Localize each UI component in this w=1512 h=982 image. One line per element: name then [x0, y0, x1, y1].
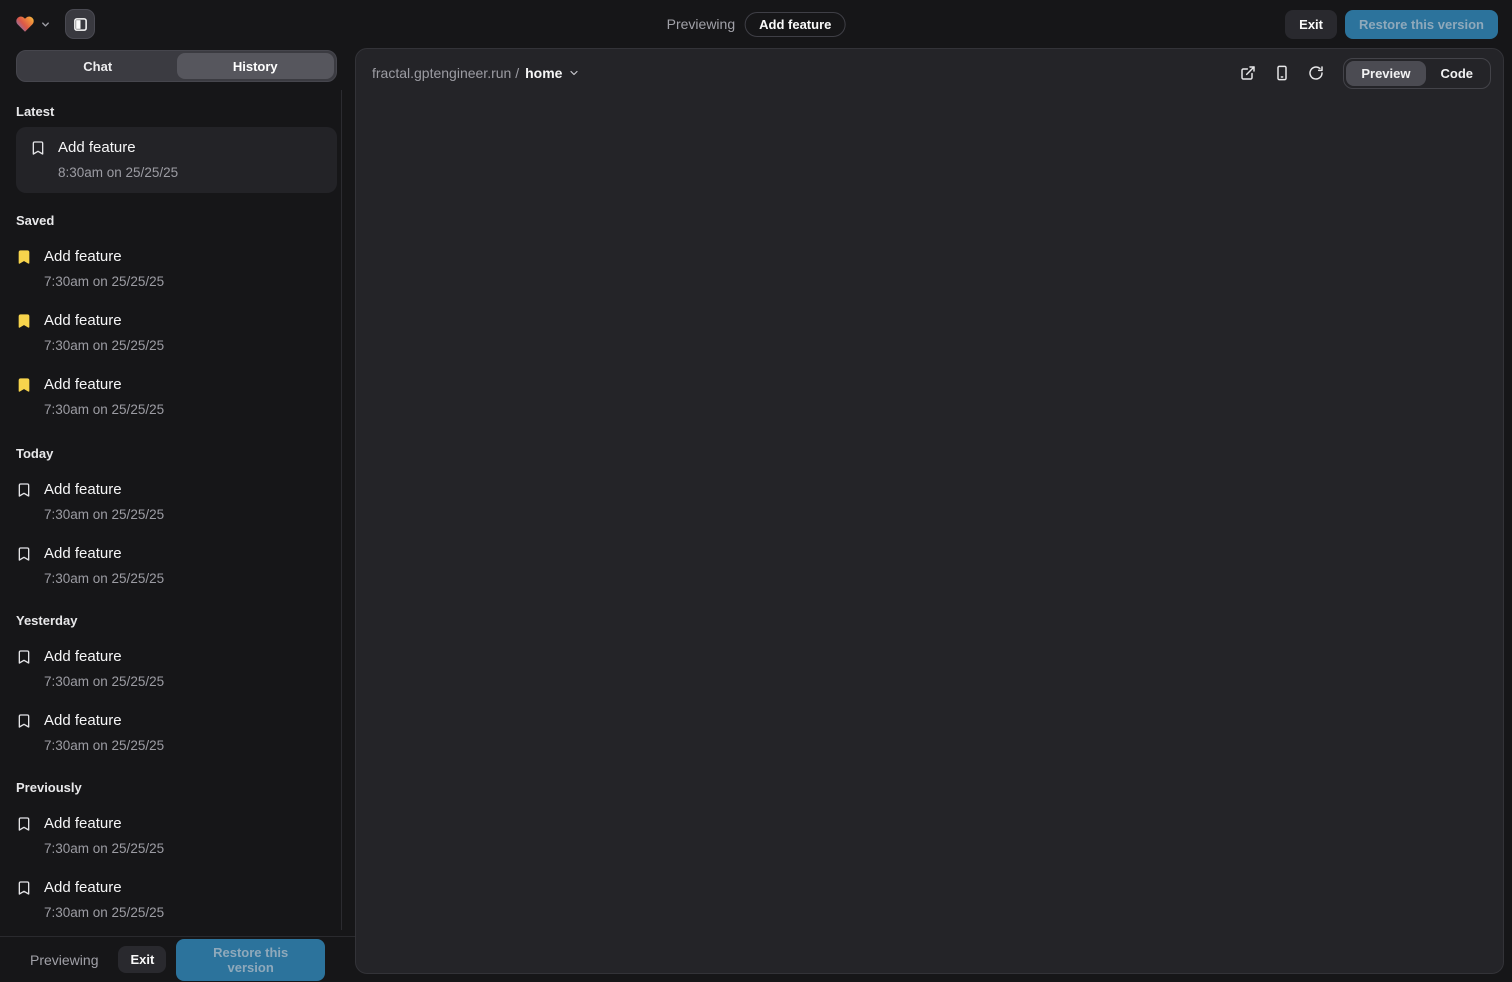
- tab-history[interactable]: History: [177, 53, 335, 79]
- preview-panel: fractal.gptengineer.run / home: [355, 48, 1504, 974]
- section-title-yesterday: Yesterday: [16, 613, 337, 628]
- view-toggle: Preview Code: [1343, 58, 1491, 89]
- url-domain: fractal.gptengineer.run /: [372, 65, 519, 81]
- lovable-heart-icon: [14, 14, 36, 34]
- history-item-title: Add feature: [44, 813, 122, 835]
- mobile-view-button[interactable]: [1267, 58, 1297, 88]
- history-item[interactable]: Add feature 8:30am on 25/25/25: [16, 127, 337, 193]
- previewing-label: Previewing: [667, 16, 735, 32]
- history-item-timestamp: 7:30am on 25/25/25: [44, 336, 337, 356]
- workspace-menu[interactable]: [14, 14, 51, 34]
- history-item[interactable]: Add feature 7:30am on 25/25/25: [16, 813, 337, 859]
- exit-button[interactable]: Exit: [1285, 10, 1337, 39]
- history-item-title: Add feature: [44, 646, 122, 668]
- history-item[interactable]: Add feature 7:30am on 25/25/25: [16, 374, 337, 420]
- preview-viewport[interactable]: [356, 97, 1503, 973]
- history-item-timestamp: 7:30am on 25/25/25: [44, 903, 337, 923]
- sidebar-toggle-button[interactable]: [65, 9, 95, 39]
- section-title-saved: Saved: [16, 213, 337, 228]
- history-list[interactable]: Latest Add feature 8:30am on 25/25/25 Sa…: [0, 82, 355, 936]
- history-item-title: Add feature: [44, 246, 122, 268]
- history-item-timestamp: 8:30am on 25/25/25: [58, 163, 323, 183]
- history-item-timestamp: 7:30am on 25/25/25: [44, 736, 337, 756]
- chevron-down-icon: [568, 67, 580, 79]
- history-item[interactable]: Add feature 7:30am on 25/25/25: [16, 246, 337, 292]
- top-bar: Previewing Add feature Exit Restore this…: [0, 0, 1512, 48]
- history-item-title: Add feature: [44, 310, 122, 332]
- history-item[interactable]: Add feature 7:30am on 25/25/25: [16, 877, 337, 923]
- history-item[interactable]: Add feature 7:30am on 25/25/25: [16, 710, 337, 756]
- history-sidebar: Chat History Latest Add feature 8:30am o…: [0, 48, 355, 982]
- chevron-down-icon: [40, 19, 51, 30]
- history-item-title: Add feature: [44, 479, 122, 501]
- section-title-latest: Latest: [16, 104, 337, 119]
- history-item-title: Add feature: [44, 374, 122, 396]
- history-item-timestamp: 7:30am on 25/25/25: [44, 505, 337, 525]
- version-badge[interactable]: Add feature: [745, 12, 845, 37]
- bookmark-filled-icon[interactable]: [16, 249, 32, 265]
- history-item-title: Add feature: [44, 710, 122, 732]
- history-item[interactable]: Add feature 7:30am on 25/25/25: [16, 646, 337, 692]
- bookmark-icon[interactable]: [16, 649, 32, 665]
- bookmark-icon[interactable]: [16, 713, 32, 729]
- bookmark-icon[interactable]: [16, 880, 32, 896]
- bookmark-icon[interactable]: [30, 140, 46, 156]
- previewing-label: Previewing: [30, 952, 98, 968]
- sidebar-scrollbar[interactable]: [341, 90, 342, 930]
- rotate-cw-icon: [1308, 65, 1324, 81]
- history-item-title: Add feature: [44, 543, 122, 565]
- history-item[interactable]: Add feature 7:30am on 25/25/25: [16, 543, 337, 589]
- url-page: home: [525, 65, 562, 81]
- bookmark-icon[interactable]: [16, 546, 32, 562]
- history-item-title: Add feature: [44, 877, 122, 899]
- smartphone-icon: [1274, 65, 1290, 81]
- sidebar-panel-icon: [73, 17, 88, 32]
- history-item-timestamp: 7:30am on 25/25/25: [44, 672, 337, 692]
- restore-version-button[interactable]: Restore this version: [1345, 10, 1498, 39]
- sidebar-footer: Previewing Exit Restore this version: [0, 936, 355, 982]
- exit-button[interactable]: Exit: [118, 946, 166, 973]
- external-link-icon: [1240, 65, 1256, 81]
- history-item-timestamp: 7:30am on 25/25/25: [44, 839, 337, 859]
- history-item[interactable]: Add feature 7:30am on 25/25/25: [16, 310, 337, 356]
- history-item-timestamp: 7:30am on 25/25/25: [44, 272, 337, 292]
- section-title-today: Today: [16, 446, 337, 461]
- history-item-timestamp: 7:30am on 25/25/25: [44, 400, 337, 420]
- restore-version-button[interactable]: Restore this version: [176, 939, 325, 981]
- open-in-new-tab-button[interactable]: [1233, 58, 1263, 88]
- tab-preview[interactable]: Preview: [1346, 61, 1425, 86]
- sidebar-tab-switcher: Chat History: [16, 50, 337, 82]
- history-item-timestamp: 7:30am on 25/25/25: [44, 569, 337, 589]
- bookmark-icon[interactable]: [16, 482, 32, 498]
- section-title-previously: Previously: [16, 780, 337, 795]
- history-item-title: Add feature: [58, 137, 136, 159]
- refresh-button[interactable]: [1301, 58, 1331, 88]
- bookmark-filled-icon[interactable]: [16, 313, 32, 329]
- bookmark-filled-icon[interactable]: [16, 377, 32, 393]
- bookmark-icon[interactable]: [16, 816, 32, 832]
- preview-url-selector[interactable]: fractal.gptengineer.run / home: [372, 65, 580, 81]
- tab-code[interactable]: Code: [1426, 61, 1489, 86]
- tab-chat[interactable]: Chat: [19, 53, 177, 79]
- preview-header: fractal.gptengineer.run / home: [356, 49, 1503, 97]
- history-item[interactable]: Add feature 7:30am on 25/25/25: [16, 479, 337, 525]
